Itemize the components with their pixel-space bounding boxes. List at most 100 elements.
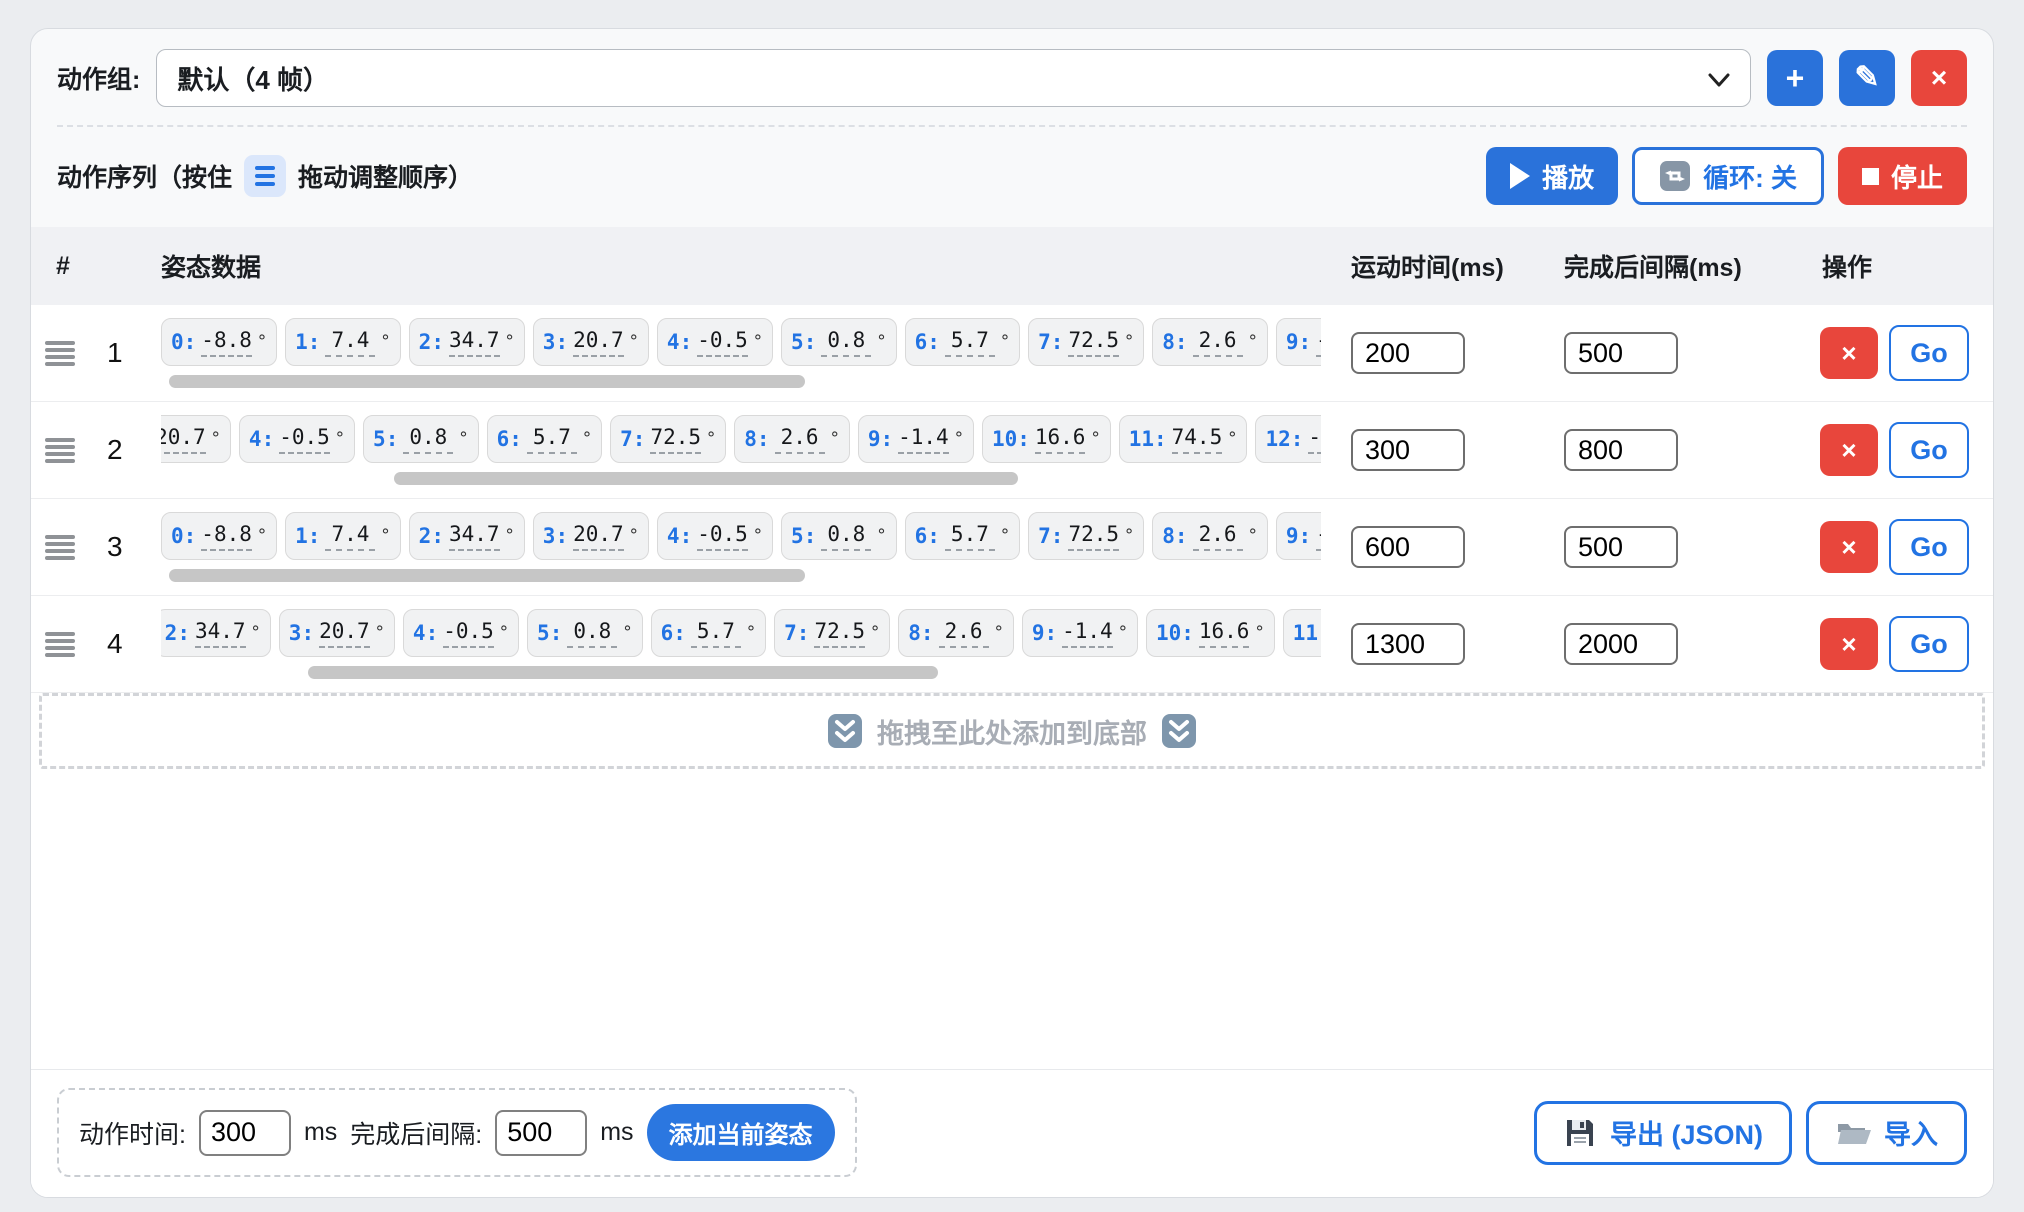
stop-button[interactable]: 停止 bbox=[1838, 147, 1967, 205]
delete-row-button[interactable]: × bbox=[1820, 424, 1878, 476]
row-motion-time-input[interactable] bbox=[1351, 332, 1465, 374]
chip-scrollbar-thumb[interactable] bbox=[169, 569, 805, 582]
row-interval-input[interactable] bbox=[1564, 429, 1678, 471]
pose-chip[interactable]: 8:2.6° bbox=[734, 415, 850, 463]
pose-chip[interactable]: 6:5.7° bbox=[651, 609, 767, 657]
drag-handle-icon[interactable] bbox=[41, 337, 79, 370]
go-button[interactable]: Go bbox=[1889, 616, 1969, 672]
pose-chip[interactable]: 9:-1.4° bbox=[1276, 318, 1321, 366]
pose-data-cell[interactable]: 0:-8.8°1:7.4°2:34.7°3:20.7°4:-0.5°5:0.8°… bbox=[161, 411, 1321, 489]
pose-chip[interactable]: 1:7.4° bbox=[285, 318, 401, 366]
export-json-button[interactable]: 导出 (JSON) bbox=[1534, 1101, 1792, 1165]
pose-data-cell[interactable]: 0:-8.8°1:7.4°2:34.7°3:20.7°4:-0.5°5:0.8°… bbox=[161, 508, 1321, 586]
pose-chip[interactable]: 6:5.7° bbox=[905, 318, 1021, 366]
pose-chip[interactable]: 2:34.7° bbox=[161, 609, 271, 657]
pose-chip[interactable]: 5:0.8° bbox=[781, 512, 897, 560]
row-index-cell: 3 bbox=[31, 531, 161, 564]
pose-chip[interactable]: 9:-1.4° bbox=[1276, 512, 1321, 560]
footer-bar: 动作时间: ms 完成后间隔: ms 添加当前姿态 bbox=[31, 1069, 1993, 1197]
edit-group-button[interactable]: ✎ bbox=[1839, 50, 1895, 106]
pose-chip[interactable]: 9:-1.4° bbox=[1022, 609, 1138, 657]
pose-chip[interactable]: 12:-5.9° bbox=[1255, 415, 1321, 463]
pose-data-cell[interactable]: 0:-8.8°1:7.4°2:34.7°3:20.7°4:-0.5°5:0.8°… bbox=[161, 314, 1321, 392]
col-header-ops: 操作 bbox=[1786, 248, 1993, 284]
pose-chip[interactable]: 2:34.7° bbox=[409, 512, 525, 560]
pose-chip[interactable]: 3:20.7° bbox=[161, 415, 231, 463]
interval-cell bbox=[1536, 623, 1786, 665]
pose-chip[interactable]: 1:7.4° bbox=[285, 512, 401, 560]
pose-chip[interactable]: 4:-0.5° bbox=[657, 318, 773, 366]
loop-toggle-button[interactable]: 循环: 关 bbox=[1632, 147, 1824, 205]
import-label: 导入 bbox=[1884, 1113, 1938, 1152]
pose-chip[interactable]: 5:0.8° bbox=[781, 318, 897, 366]
drag-handle-icon[interactable] bbox=[41, 434, 79, 467]
delete-row-button[interactable]: × bbox=[1820, 618, 1878, 670]
pose-chip[interactable]: 4:-0.5° bbox=[239, 415, 355, 463]
drop-zone[interactable]: 拖拽至此处添加到底部 bbox=[39, 693, 1985, 769]
pose-chip[interactable]: 8:2.6° bbox=[898, 609, 1014, 657]
action-group-select[interactable]: 默认（4 帧） bbox=[156, 49, 1751, 107]
pose-chip[interactable]: 2:34.7° bbox=[409, 318, 525, 366]
pose-chip[interactable]: 7:72.5° bbox=[1028, 318, 1144, 366]
pose-chip[interactable]: 10:16.6° bbox=[1146, 609, 1275, 657]
go-button[interactable]: Go bbox=[1889, 422, 1969, 478]
add-current-pose-button[interactable]: 添加当前姿态 bbox=[647, 1104, 835, 1161]
pose-chip[interactable]: 8:2.6° bbox=[1152, 318, 1268, 366]
delete-row-button[interactable]: × bbox=[1820, 521, 1878, 573]
pose-chip[interactable]: 3:20.7° bbox=[279, 609, 395, 657]
pose-chip[interactable]: 7:72.5° bbox=[610, 415, 726, 463]
drag-handle-icon[interactable] bbox=[41, 531, 79, 564]
pose-chip[interactable]: 7:72.5° bbox=[1028, 512, 1144, 560]
pose-chip[interactable]: 3:20.7° bbox=[533, 512, 649, 560]
col-header-pose: 姿态数据 bbox=[161, 248, 1321, 284]
floppy-disk-icon bbox=[1563, 1116, 1597, 1150]
chip-scrollbar[interactable] bbox=[163, 375, 1319, 388]
row-ops-cell: × Go bbox=[1786, 325, 1993, 381]
play-button[interactable]: 播放 bbox=[1486, 147, 1618, 205]
pose-chip[interactable]: 10:16.6° bbox=[982, 415, 1111, 463]
row-motion-time-input[interactable] bbox=[1351, 526, 1465, 568]
pose-data-cell[interactable]: 0:-8.8°1:7.4°2:34.7°3:20.7°4:-0.5°5:0.8°… bbox=[161, 605, 1321, 683]
interval-input[interactable] bbox=[495, 1110, 587, 1156]
chip-scrollbar-thumb[interactable] bbox=[308, 666, 938, 679]
pose-chip[interactable]: 3:20.7° bbox=[533, 318, 649, 366]
delete-row-button[interactable]: × bbox=[1820, 327, 1878, 379]
add-group-button[interactable]: + bbox=[1767, 50, 1823, 106]
row-motion-time-input[interactable] bbox=[1351, 623, 1465, 665]
row-interval-input[interactable] bbox=[1564, 526, 1678, 568]
sequence-title: 动作序列（按住 拖动调整顺序） bbox=[57, 155, 473, 197]
pose-chip[interactable]: 5:0.8° bbox=[527, 609, 643, 657]
table-header: # 姿态数据 运动时间(ms) 完成后间隔(ms) 操作 bbox=[31, 227, 1993, 305]
pose-chip[interactable]: 11:74.5° bbox=[1283, 609, 1321, 657]
delete-group-button[interactable]: × bbox=[1911, 50, 1967, 106]
go-button[interactable]: Go bbox=[1889, 519, 1969, 575]
row-interval-input[interactable] bbox=[1564, 332, 1678, 374]
motion-time-input[interactable] bbox=[199, 1110, 291, 1156]
pose-chip[interactable]: 11:74.5° bbox=[1119, 415, 1248, 463]
pose-chip[interactable]: 5:0.8° bbox=[363, 415, 479, 463]
chip-scrollbar-thumb[interactable] bbox=[394, 472, 1018, 485]
chip-scrollbar[interactable] bbox=[163, 472, 1319, 485]
pose-chip[interactable]: 6:5.7° bbox=[487, 415, 603, 463]
pose-chip[interactable]: 8:2.6° bbox=[1152, 512, 1268, 560]
pose-chip[interactable]: 4:-0.5° bbox=[657, 512, 773, 560]
row-interval-input[interactable] bbox=[1564, 623, 1678, 665]
chip-scrollbar[interactable] bbox=[163, 666, 1319, 679]
pose-chip[interactable]: 7:72.5° bbox=[774, 609, 890, 657]
chip-scrollbar[interactable] bbox=[163, 569, 1319, 582]
table-row: 2 0:-8.8°1:7.4°2:34.7°3:20.7°4:-0.5°5:0.… bbox=[31, 402, 1993, 499]
pose-chip[interactable]: 0:-8.8° bbox=[161, 318, 277, 366]
row-motion-time-input[interactable] bbox=[1351, 429, 1465, 471]
pose-chip[interactable]: 6:5.7° bbox=[905, 512, 1021, 560]
drag-handle-icon bbox=[244, 155, 286, 197]
chevron-down-icon bbox=[1706, 67, 1732, 93]
chip-scrollbar-thumb[interactable] bbox=[169, 375, 805, 388]
sequence-title-prefix: 动作序列（按住 bbox=[57, 158, 232, 194]
pose-chip[interactable]: 0:-8.8° bbox=[161, 512, 277, 560]
pose-chip[interactable]: 4:-0.5° bbox=[403, 609, 519, 657]
pose-chip[interactable]: 9:-1.4° bbox=[858, 415, 974, 463]
io-buttons: 导出 (JSON) 导入 bbox=[1534, 1101, 1967, 1165]
import-button[interactable]: 导入 bbox=[1806, 1101, 1967, 1165]
drag-handle-icon[interactable] bbox=[41, 628, 79, 661]
go-button[interactable]: Go bbox=[1889, 325, 1969, 381]
